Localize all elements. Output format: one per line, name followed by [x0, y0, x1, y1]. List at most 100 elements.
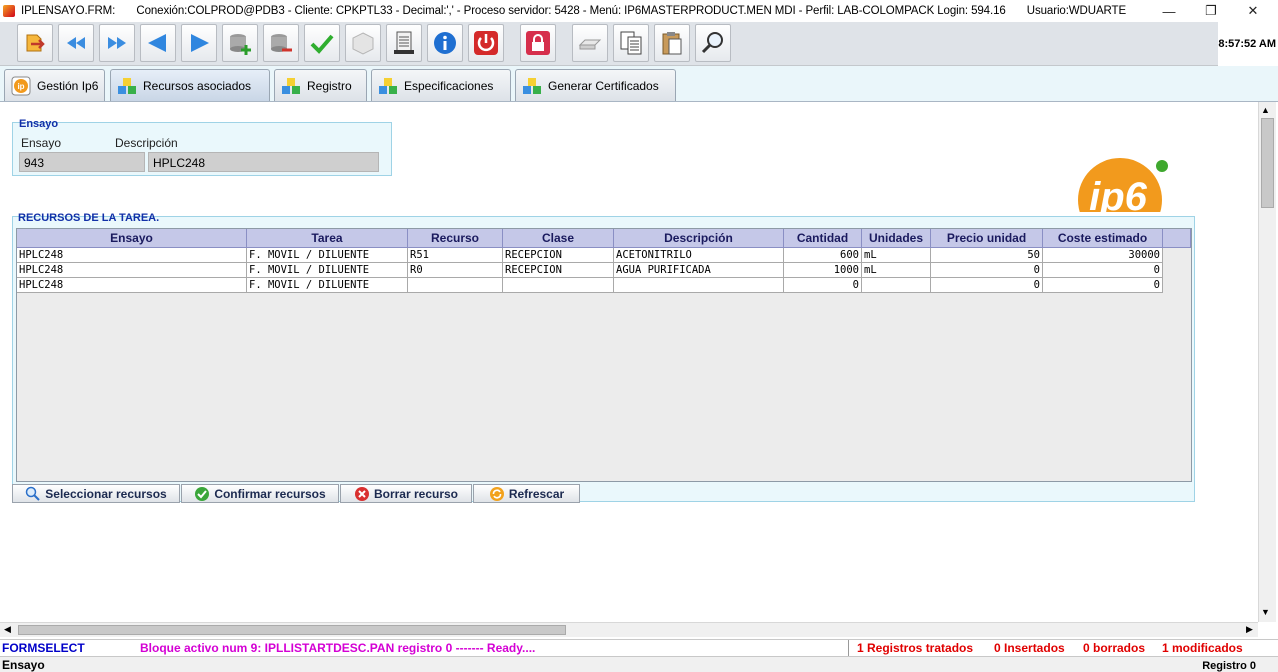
recursos-legend: RECURSOS DE LA TAREA. [18, 212, 160, 224]
status-bar: FORMSELECT Bloque activo num 9: IPLLISTA… [0, 639, 1278, 656]
cell-recurso[interactable] [408, 278, 503, 293]
lock-button[interactable] [520, 24, 556, 62]
clear-button[interactable] [345, 24, 381, 62]
delete-record-icon [271, 34, 292, 52]
cell-precio-unidad[interactable]: 50 [931, 248, 1043, 263]
paste-button[interactable] [654, 24, 690, 62]
confirm-resources-button[interactable]: Confirmar recursos [181, 484, 339, 503]
restore-button[interactable]: ❐ [1190, 0, 1232, 22]
horizontal-scrollbar[interactable]: ◀ ▶ [0, 622, 1258, 637]
tab-generar-certificados[interactable]: Generar Certificados [515, 69, 676, 101]
search-button[interactable] [695, 24, 731, 62]
cell-coste-estimado[interactable]: 0 [1043, 263, 1163, 278]
column-header-tarea[interactable]: Tarea [247, 229, 408, 248]
ensayo-legend: Ensayo [19, 118, 59, 130]
scroll-up-icon[interactable]: ▲ [1261, 105, 1270, 115]
cell-tarea[interactable]: F. MOVIL / DILUENTE [247, 278, 408, 293]
cell-cantidad[interactable]: 600 [784, 248, 862, 263]
cell-clase[interactable]: RECEPCION [503, 263, 614, 278]
table-row[interactable]: HPLC248 F. MOVIL / DILUENTE R0 RECEPCION… [17, 263, 1163, 278]
cell-cantidad[interactable]: 1000 [784, 263, 862, 278]
exit-icon [26, 34, 45, 52]
tab-label: Generar Certificados [548, 78, 659, 93]
search-icon [701, 32, 723, 54]
exit-button[interactable] [17, 24, 53, 62]
column-header-clase[interactable]: Clase [503, 229, 614, 248]
cell-clase[interactable]: RECEPCION [503, 248, 614, 263]
tab-especificaciones[interactable]: Especificaciones [371, 69, 511, 101]
cell-recurso[interactable]: R51 [408, 248, 503, 263]
next-button[interactable] [181, 24, 217, 62]
cell-unidades[interactable]: mL [862, 263, 931, 278]
cell-unidades[interactable]: mL [862, 248, 931, 263]
cell-descripcion[interactable]: ACETONITRILO [614, 248, 784, 263]
refresh-label: Refrescar [508, 486, 565, 501]
form-status: FORMSELECT [2, 641, 85, 655]
cubes-icon [379, 77, 397, 94]
scroll-left-icon[interactable]: ◀ [4, 624, 11, 635]
cell-recurso[interactable]: R0 [408, 263, 503, 278]
cell-ensayo[interactable]: HPLC248 [17, 248, 247, 263]
close-button[interactable]: ✕ [1232, 0, 1274, 22]
column-header-precio-unidad[interactable]: Precio unidad [931, 229, 1043, 248]
table-row[interactable]: HPLC248 F. MOVIL / DILUENTE 0 0 0 [17, 278, 1163, 293]
column-header-unidades[interactable]: Unidades [862, 229, 931, 248]
tab-gestion-ip6[interactable]: ip Gestión Ip6 [4, 69, 105, 101]
erase-button[interactable] [572, 24, 608, 62]
tab-recursos-asociados[interactable]: Recursos asociados [110, 69, 270, 101]
previous-button[interactable] [140, 24, 176, 62]
bloque-status: Bloque activo num 9: IPLLISTARTDESC.PAN … [140, 641, 536, 655]
tab-registro[interactable]: Registro [274, 69, 367, 101]
ip6-logo-icon: ip [11, 76, 31, 95]
cell-unidades[interactable] [862, 278, 931, 293]
title-bar: IPLENSAYO.FRM: Conexión:COLPROD@PDB3 - C… [0, 0, 1278, 22]
cell-tarea[interactable]: F. MOVIL / DILUENTE [247, 248, 408, 263]
cell-coste-estimado[interactable]: 30000 [1043, 248, 1163, 263]
erase-icon [578, 39, 602, 50]
copy-button[interactable] [613, 24, 649, 62]
scroll-right-icon[interactable]: ▶ [1246, 624, 1253, 635]
info-button[interactable] [427, 24, 463, 62]
column-header-coste-estimado[interactable]: Coste estimado [1043, 229, 1163, 248]
add-record-button[interactable] [222, 24, 258, 62]
tab-label: Gestión Ip6 [37, 78, 99, 93]
select-resources-button[interactable]: Seleccionar recursos [12, 484, 180, 503]
delete-resource-label: Borrar recurso [373, 486, 459, 501]
scroll-down-icon[interactable]: ▼ [1261, 607, 1270, 617]
horizontal-scroll-thumb[interactable] [18, 625, 566, 635]
ensayo-field[interactable]: 943 [19, 152, 145, 172]
power-button[interactable] [468, 24, 504, 62]
cell-precio-unidad[interactable]: 0 [931, 278, 1043, 293]
column-header-cantidad[interactable]: Cantidad [784, 229, 862, 248]
cell-precio-unidad[interactable]: 0 [931, 263, 1043, 278]
column-header-recurso[interactable]: Recurso [408, 229, 503, 248]
print-button[interactable] [386, 24, 422, 62]
confirm-button[interactable] [304, 24, 340, 62]
column-header-ensayo[interactable]: Ensayo [17, 229, 247, 248]
connection-info: Conexión:COLPROD@PDB3 - Cliente: CPKPTL3… [136, 5, 1006, 17]
descripcion-field[interactable]: HPLC248 [148, 152, 379, 172]
delete-record-button[interactable] [263, 24, 299, 62]
table-row[interactable]: HPLC248 F. MOVIL / DILUENTE R51 RECEPCIO… [17, 248, 1163, 263]
cell-ensayo[interactable]: HPLC248 [17, 278, 247, 293]
cell-tarea[interactable]: F. MOVIL / DILUENTE [247, 263, 408, 278]
column-header-descripcion[interactable]: Descripción [614, 229, 784, 248]
content-area: Ensayo Ensayo Descripción 943 HPLC248 ip… [0, 102, 1258, 622]
cell-ensayo[interactable]: HPLC248 [17, 263, 247, 278]
window-title: IPLENSAYO.FRM: Conexión:COLPROD@PDB3 - C… [21, 5, 1144, 17]
refresh-button[interactable]: Refrescar [473, 484, 580, 503]
vertical-scroll-thumb[interactable] [1261, 118, 1274, 208]
cell-cantidad[interactable]: 0 [784, 278, 862, 293]
minimize-button[interactable]: — [1148, 0, 1190, 22]
cell-clase[interactable] [503, 278, 614, 293]
cell-descripcion[interactable] [614, 278, 784, 293]
borrados-status: 0 borrados [1083, 641, 1146, 655]
first-record-button[interactable] [58, 24, 94, 62]
cell-coste-estimado[interactable]: 0 [1043, 278, 1163, 293]
cell-descripcion[interactable]: AGUA PURIFICADA [614, 263, 784, 278]
last-record-button[interactable] [99, 24, 135, 62]
first-record-icon [67, 37, 85, 49]
cubes-icon [523, 77, 541, 94]
vertical-scrollbar[interactable]: ▲ ▼ [1258, 102, 1276, 622]
delete-resource-button[interactable]: Borrar recurso [340, 484, 472, 503]
